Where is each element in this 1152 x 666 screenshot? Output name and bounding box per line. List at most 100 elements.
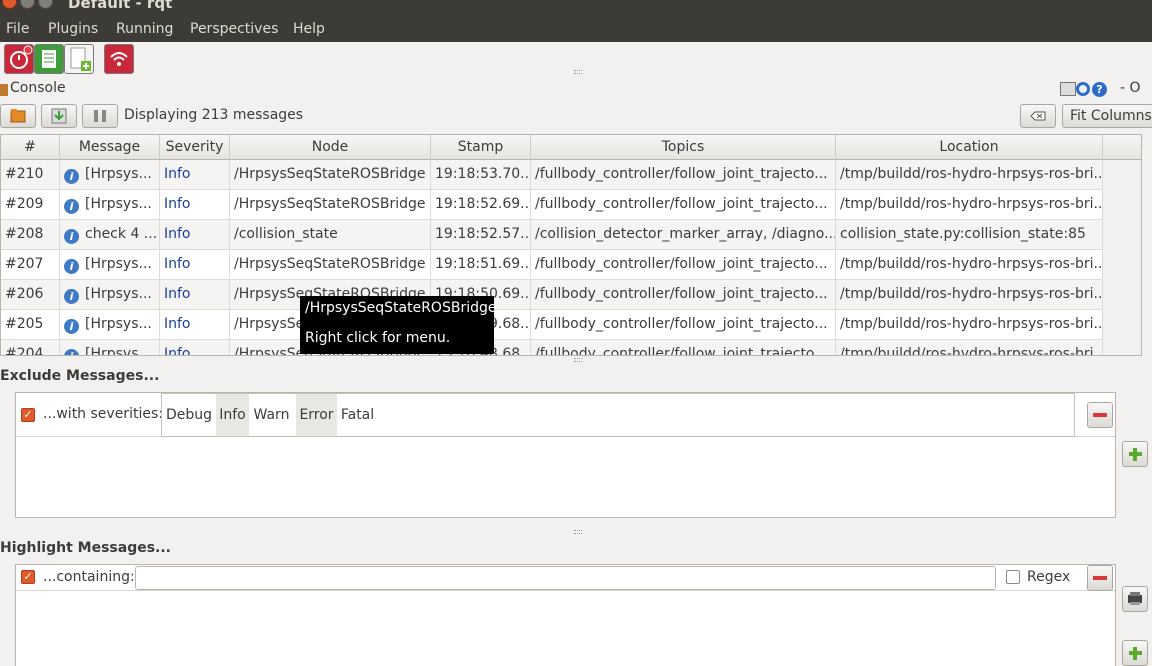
menu-help[interactable]: Help [293, 21, 325, 37]
table-row[interactable]: #206 i [Hrpsys... Info /HrpsysSeqStateROS… [1, 280, 1103, 310]
severity-debug[interactable]: Debug [162, 394, 216, 436]
regex-checkbox[interactable] [1006, 570, 1020, 584]
cell-topics: /fullbody_controller/follow_joint_trajec… [531, 280, 836, 310]
cell-severity: Info [160, 340, 230, 355]
column-header-topics[interactable]: Topics [531, 135, 836, 160]
wifi-icon[interactable] [104, 44, 134, 74]
highlight-filter-checkbox[interactable]: ✓ [21, 570, 35, 584]
menu-file[interactable]: File [6, 21, 29, 37]
stack-icon [1128, 592, 1142, 605]
window-maximize-button[interactable] [38, 0, 53, 9]
table-row[interactable]: #204 i[Hrpsys... Info /HrpsysSeqStateROS… [1, 340, 1103, 355]
splitter-handle[interactable] [574, 530, 582, 534]
pause-button[interactable] [82, 104, 118, 128]
cell-message: i [Hrpsys... [60, 250, 160, 280]
highlight-filter-label: ...containing: [43, 569, 135, 585]
reload-icon[interactable] [1076, 82, 1090, 96]
cell-location: /tmp/buildd/ros-hydro-hrpsys-ros-bri... [836, 280, 1103, 310]
node-tooltip: /HrpsysSeqStateROSBridge Right click for… [300, 296, 496, 354]
cell-node: /HrpsysSeqStateROSBridge [230, 160, 431, 190]
table-row[interactable]: #210 i [Hrpsys... Info /HrpsysSeqStateROS… [1, 160, 1103, 190]
cell-number: #209 [1, 190, 60, 220]
cell-message-text: [Hrpsys... [85, 166, 152, 182]
cell-message-text: check 4 ... [85, 226, 158, 242]
cell-node: /HrpsysSeqStateROSBridge [230, 250, 431, 280]
cell-number: #208 [1, 220, 60, 250]
cell-severity: Info [160, 160, 230, 190]
menu-bar: File Plugins Running Perspectives Help [0, 18, 1152, 42]
fit-columns-button[interactable]: Fit Columns [1062, 104, 1152, 128]
message-count-status: Displaying 213 messages [124, 107, 304, 123]
column-header-number[interactable]: # [1, 135, 60, 160]
menu-perspectives[interactable]: Perspectives [190, 21, 278, 37]
add-exclude-filter-button[interactable] [1122, 441, 1148, 467]
highlight-filter-row: ✓ ...containing: Regex [16, 565, 1115, 591]
cell-message: i [Hrpsys... [60, 160, 160, 190]
cell-severity: Info [160, 310, 230, 340]
window-minimize-button[interactable] [20, 0, 35, 9]
add-highlight-filter-button[interactable] [1122, 640, 1148, 666]
help-icon[interactable]: ? [1092, 82, 1107, 97]
remove-highlight-filter-button[interactable] [1087, 565, 1113, 591]
table-row[interactable]: #207 i [Hrpsys... Info /HrpsysSeqStateROS… [1, 250, 1103, 280]
new-document-icon[interactable] [64, 44, 94, 74]
remove-exclude-filter-button[interactable] [1087, 402, 1113, 428]
regex-label: Regex [1027, 569, 1071, 585]
cell-stamp: 19:18:52.57... [431, 220, 531, 250]
plugin-window-controls[interactable]: - O [1120, 80, 1141, 96]
cell-message: i [Hrpsys... [60, 190, 160, 220]
severity-info[interactable]: Info [216, 394, 249, 436]
cell-message-text: [Hrpsys... [85, 196, 152, 212]
cell-number: #205 [1, 310, 60, 340]
column-header-location[interactable]: Location [836, 135, 1103, 160]
cell-topics: /collision_detector_marker_array, /diagn… [531, 220, 836, 250]
splitter-handle[interactable] [574, 70, 582, 74]
cell-location: collision_state.py:collision_state:85 [836, 220, 1103, 250]
highlight-group-title: Highlight Messages... [0, 540, 172, 556]
highlight-options-button[interactable] [1122, 586, 1148, 612]
column-header-filler [1103, 135, 1141, 160]
info-icon: i [64, 289, 79, 304]
cell-location: /tmp/buildd/ros-hydro-hrpsys-ros-bri... [836, 340, 1103, 355]
table-row[interactable]: #209 i [Hrpsys... Info /HrpsysSeqStateROS… [1, 190, 1103, 220]
cell-message: i [Hrpsys... [60, 310, 160, 340]
cell-severity: Info [160, 190, 230, 220]
console-plugin-icon [0, 84, 8, 96]
table-scrollbar[interactable] [1103, 160, 1141, 355]
dock-icon[interactable] [1060, 82, 1076, 96]
menu-plugins[interactable]: Plugins [48, 21, 98, 37]
window-close-button[interactable] [2, 0, 17, 9]
cell-topics: /fullbody_controller/follow_joint_trajec… [531, 190, 836, 220]
column-header-message[interactable]: Message [60, 135, 160, 160]
save-button[interactable] [41, 104, 77, 128]
cell-topics: /fullbody_controller/follow_joint_trajec… [531, 160, 836, 190]
severity-list: Debug Info Warn Error Fatal [161, 393, 1075, 437]
plugin-title: Console [10, 80, 66, 96]
window-title: Default - rqt [68, 0, 173, 12]
table-row[interactable]: #208 i check 4 ... Info /collision_state … [1, 220, 1103, 250]
cell-location: /tmp/buildd/ros-hydro-hrpsys-ros-bri... [836, 250, 1103, 280]
splitter-handle[interactable] [574, 358, 582, 362]
severity-error[interactable]: Error [296, 394, 337, 436]
cell-message: i [Hrpsys... [60, 280, 160, 310]
cell-message-text: [Hrpsys... [85, 256, 152, 272]
menu-running[interactable]: Running [116, 21, 173, 37]
exclude-filter-checkbox[interactable]: ✓ [21, 408, 35, 422]
table-row[interactable]: #205 i[Hrpsys... Info /HrpsysSeqStateROS… [1, 310, 1103, 340]
pause-icon [94, 110, 106, 122]
open-file-button[interactable] [0, 104, 36, 128]
cell-location: /tmp/buildd/ros-hydro-hrpsys-ros-bri... [836, 190, 1103, 220]
console-icon[interactable] [34, 44, 64, 74]
column-header-stamp[interactable]: Stamp [431, 135, 531, 160]
highlight-text-input[interactable] [135, 566, 996, 590]
column-header-node[interactable]: Node [230, 135, 431, 160]
cell-stamp: 19:18:53.70... [431, 160, 531, 190]
cell-number: #206 [1, 280, 60, 310]
clear-button[interactable] [1020, 104, 1056, 128]
stopwatch-icon[interactable] [4, 44, 34, 74]
folder-open-icon [10, 109, 26, 123]
column-header-severity[interactable]: Severity [160, 135, 230, 160]
severity-warn[interactable]: Warn [249, 394, 294, 436]
severity-fatal[interactable]: Fatal [337, 394, 378, 436]
cell-topics: /fullbody_controller/follow_joint_trajec… [531, 310, 836, 340]
